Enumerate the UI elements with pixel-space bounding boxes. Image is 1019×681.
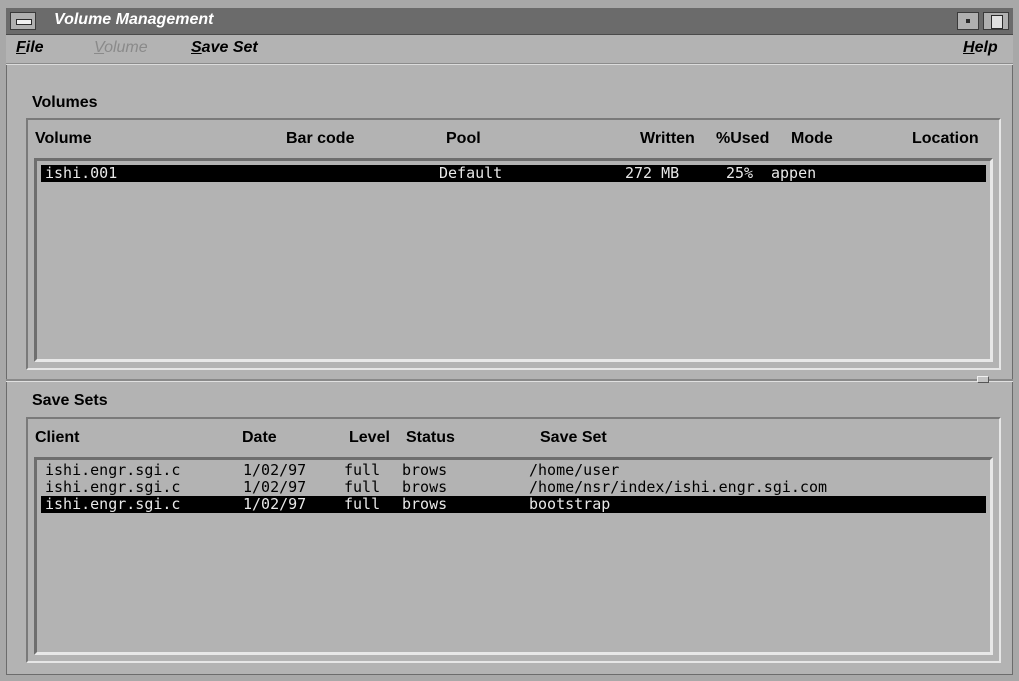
save-set-path: /home/nsr/index/ishi.engr.sgi.com [529, 478, 828, 496]
save-sets-panel: Client Date Level Status Save Set ishi.e… [26, 417, 1001, 663]
save-set-level: full [344, 461, 381, 479]
maximize-icon [991, 15, 1003, 29]
column-header-mode[interactable]: Mode [791, 130, 833, 148]
column-header-status[interactable]: Status [406, 429, 455, 447]
volume-mode: appen [771, 164, 817, 182]
volumes-list[interactable]: ishi.001 Default 272 MB 25% appen [34, 158, 993, 362]
save-set-status: brows [402, 461, 448, 479]
volumes-panel: Volume Bar code Pool Written %Used Mode … [26, 118, 1001, 370]
save-set-client: ishi.engr.sgi.c [45, 461, 181, 479]
volume-name: ishi.001 [45, 164, 118, 182]
window-title: Volume Management [54, 11, 214, 28]
save-sets-list[interactable]: ishi.engr.sgi.c 1/02/97 full brows /home… [34, 457, 993, 655]
save-set-row[interactable]: ishi.engr.sgi.c 1/02/97 full brows /home… [41, 462, 986, 479]
volume-written: 272 MB [625, 164, 680, 182]
column-header-level[interactable]: Level [349, 429, 390, 447]
menu-help[interactable]: Help [963, 39, 998, 57]
minimize-button[interactable] [957, 12, 979, 30]
save-set-client: ishi.engr.sgi.c [45, 495, 181, 513]
volumes-section-title: Volumes [32, 94, 98, 111]
volume-used: 25% [726, 164, 754, 182]
column-header-date[interactable]: Date [242, 429, 277, 447]
save-set-path: bootstrap [529, 495, 611, 513]
column-header-used[interactable]: %Used [716, 130, 769, 148]
save-set-date: 1/02/97 [243, 461, 307, 479]
column-header-volume[interactable]: Volume [35, 130, 92, 148]
column-header-location[interactable]: Location [912, 130, 979, 148]
column-header-pool[interactable]: Pool [446, 130, 481, 148]
save-set-level: full [344, 478, 381, 496]
column-header-client[interactable]: Client [35, 429, 79, 447]
save-set-status: brows [402, 478, 448, 496]
save-set-status: brows [402, 495, 448, 513]
menu-save-set[interactable]: Save Set [191, 39, 258, 57]
pane-divider[interactable] [6, 379, 1013, 382]
save-set-row[interactable]: ishi.engr.sgi.c 1/02/97 full brows /home… [41, 479, 986, 496]
save-set-client: ishi.engr.sgi.c [45, 478, 181, 496]
column-header-save-set[interactable]: Save Set [540, 429, 607, 447]
menu-file[interactable]: File [16, 39, 44, 57]
volume-row[interactable]: ishi.001 Default 272 MB 25% appen [41, 165, 986, 182]
pane-sash-handle[interactable] [977, 376, 989, 383]
save-set-level: full [344, 495, 381, 513]
save-set-row[interactable]: ishi.engr.sgi.c 1/02/97 full brows boots… [41, 496, 986, 513]
volume-pool: Default [439, 164, 503, 182]
save-sets-section-title: Save Sets [32, 392, 108, 409]
volume-management-window: Volume Management File Volume Save Set H… [0, 0, 1019, 681]
window-menu-button[interactable] [10, 12, 36, 30]
maximize-button[interactable] [983, 12, 1009, 30]
column-header-written[interactable]: Written [640, 130, 695, 148]
column-header-bar-code[interactable]: Bar code [286, 130, 354, 148]
save-set-date: 1/02/97 [243, 495, 307, 513]
menu-bar: File Volume Save Set Help [6, 35, 1013, 64]
minimize-icon [966, 19, 970, 23]
menu-volume[interactable]: Volume [94, 39, 148, 57]
save-set-date: 1/02/97 [243, 478, 307, 496]
title-bar[interactable]: Volume Management [6, 8, 1013, 35]
window-menu-icon [16, 19, 32, 25]
save-set-path: /home/user [529, 461, 620, 479]
